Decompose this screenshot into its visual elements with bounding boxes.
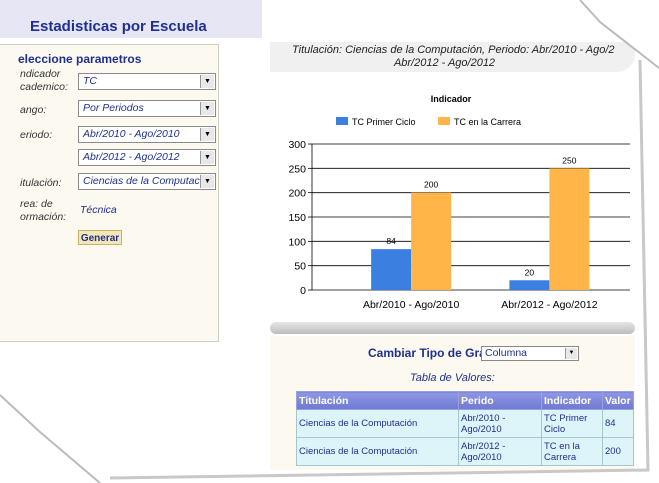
cell-indicador: TC Primer Ciclo bbox=[541, 409, 603, 438]
cell-valor: 84 bbox=[602, 409, 634, 438]
cell-titulacion: Ciencias de la Computación bbox=[296, 409, 459, 438]
header-valor[interactable]: Valor bbox=[602, 391, 634, 410]
chevron-down-icon[interactable]: ▼ bbox=[200, 102, 214, 115]
legend-swatch-1 bbox=[438, 117, 450, 125]
chevron-down-icon[interactable]: ▼ bbox=[565, 348, 577, 359]
chart-type-select[interactable]: Columna ▼ bbox=[481, 346, 579, 361]
y-tick-label: 200 bbox=[288, 188, 306, 200]
x-tick-label: Abr/2010 - Ago/2010 bbox=[363, 299, 459, 311]
bar-0-0 bbox=[371, 249, 412, 290]
bar-chart: Indicador TC Primer Ciclo TC en la Carrera… bbox=[288, 94, 630, 311]
y-tick-label: 50 bbox=[294, 261, 306, 273]
table-caption: Tabla de Valores: bbox=[410, 372, 495, 384]
periodo1-select[interactable]: Abr/2010 - Ago/2010 ▼ bbox=[78, 126, 216, 143]
bar-1-1 bbox=[549, 168, 590, 290]
cell-indicador: TC en la Carrera bbox=[541, 437, 603, 466]
indicador-label: ndicador cademico: bbox=[20, 68, 68, 93]
chart-title: Indicador bbox=[431, 94, 472, 104]
y-tick-label: 250 bbox=[288, 163, 306, 175]
area-value: Técnica bbox=[80, 204, 117, 216]
chevron-down-icon[interactable]: ▼ bbox=[200, 75, 214, 88]
indicador-value: TC bbox=[83, 75, 97, 87]
data-label: 250 bbox=[562, 155, 576, 165]
chevron-down-icon[interactable]: ▼ bbox=[200, 151, 214, 164]
table-header-row: Titulación Perido Indicador Valor bbox=[296, 391, 634, 410]
chart-type-value: Columna bbox=[485, 347, 528, 359]
cell-titulacion: Ciencias de la Computación bbox=[296, 437, 459, 466]
data-label: 84 bbox=[386, 236, 396, 246]
table-row: Ciencias de la Computación Abr/2010 - Ag… bbox=[296, 409, 634, 438]
x-tick-label: Abr/2012 - Ago/2012 bbox=[501, 299, 597, 311]
report-title: Titulación: Ciencias de la Computación, … bbox=[292, 44, 615, 69]
divider-bar bbox=[270, 322, 635, 334]
cell-periodo: Abr/2010 - Ago/2010 bbox=[458, 409, 542, 438]
periodo-label: eriodo: bbox=[20, 129, 53, 141]
rango-value: Por Periodos bbox=[83, 102, 144, 114]
header-perido[interactable]: Perido bbox=[458, 391, 542, 410]
data-label: 200 bbox=[424, 180, 438, 190]
legend-swatch-0 bbox=[336, 117, 348, 125]
periodo2-select[interactable]: Abr/2012 - Ago/2012 ▼ bbox=[78, 149, 216, 166]
y-tick-label: 150 bbox=[288, 212, 306, 224]
cell-valor: 200 bbox=[602, 437, 634, 466]
bar-0-1 bbox=[509, 280, 550, 290]
chart-panel: Indicador TC Primer Ciclo TC en la Carrera… bbox=[270, 82, 635, 322]
parameters-title: eleccione parametros bbox=[18, 52, 142, 66]
y-tick-label: 0 bbox=[300, 285, 306, 297]
header-titulacion[interactable]: Titulación bbox=[296, 391, 459, 410]
rango-select[interactable]: Por Periodos ▼ bbox=[78, 100, 216, 117]
rango-label: ango: bbox=[20, 104, 47, 116]
bar-1-0 bbox=[411, 192, 452, 290]
titulacion-value: Ciencias de la Computación bbox=[83, 175, 214, 187]
legend-label-1: TC en la Carrera bbox=[454, 117, 521, 127]
data-label: 20 bbox=[525, 267, 535, 277]
cell-periodo: Abr/2012 - Ago/2010 bbox=[458, 437, 542, 466]
header-bar: Estadisticas por Escuela bbox=[0, 0, 262, 38]
legend-label-0: TC Primer Ciclo bbox=[352, 117, 416, 127]
page-title: Estadisticas por Escuela bbox=[30, 18, 207, 35]
generar-button[interactable]: Generar bbox=[78, 230, 122, 245]
values-table: Titulación Perido Indicador Valor Cienci… bbox=[296, 391, 634, 466]
periodo2-value: Abr/2012 - Ago/2012 bbox=[83, 151, 180, 163]
periodo1-value: Abr/2010 - Ago/2010 bbox=[83, 128, 180, 140]
titulacion-select[interactable]: Ciencias de la Computación ▼ bbox=[78, 173, 216, 190]
area-label: rea: de ormación: bbox=[20, 198, 67, 223]
indicador-select[interactable]: TC ▼ bbox=[78, 73, 216, 90]
header-indicador[interactable]: Indicador bbox=[541, 391, 603, 410]
chevron-down-icon[interactable]: ▼ bbox=[200, 128, 214, 141]
y-tick-label: 300 bbox=[288, 139, 306, 151]
chevron-down-icon[interactable]: ▼ bbox=[200, 175, 214, 188]
table-row: Ciencias de la Computación Abr/2012 - Ag… bbox=[296, 437, 634, 466]
page: Estadisticas por Escuela eleccione param… bbox=[0, 0, 659, 483]
titulacion-label: itulación: bbox=[20, 177, 62, 189]
y-tick-label: 100 bbox=[288, 236, 306, 248]
